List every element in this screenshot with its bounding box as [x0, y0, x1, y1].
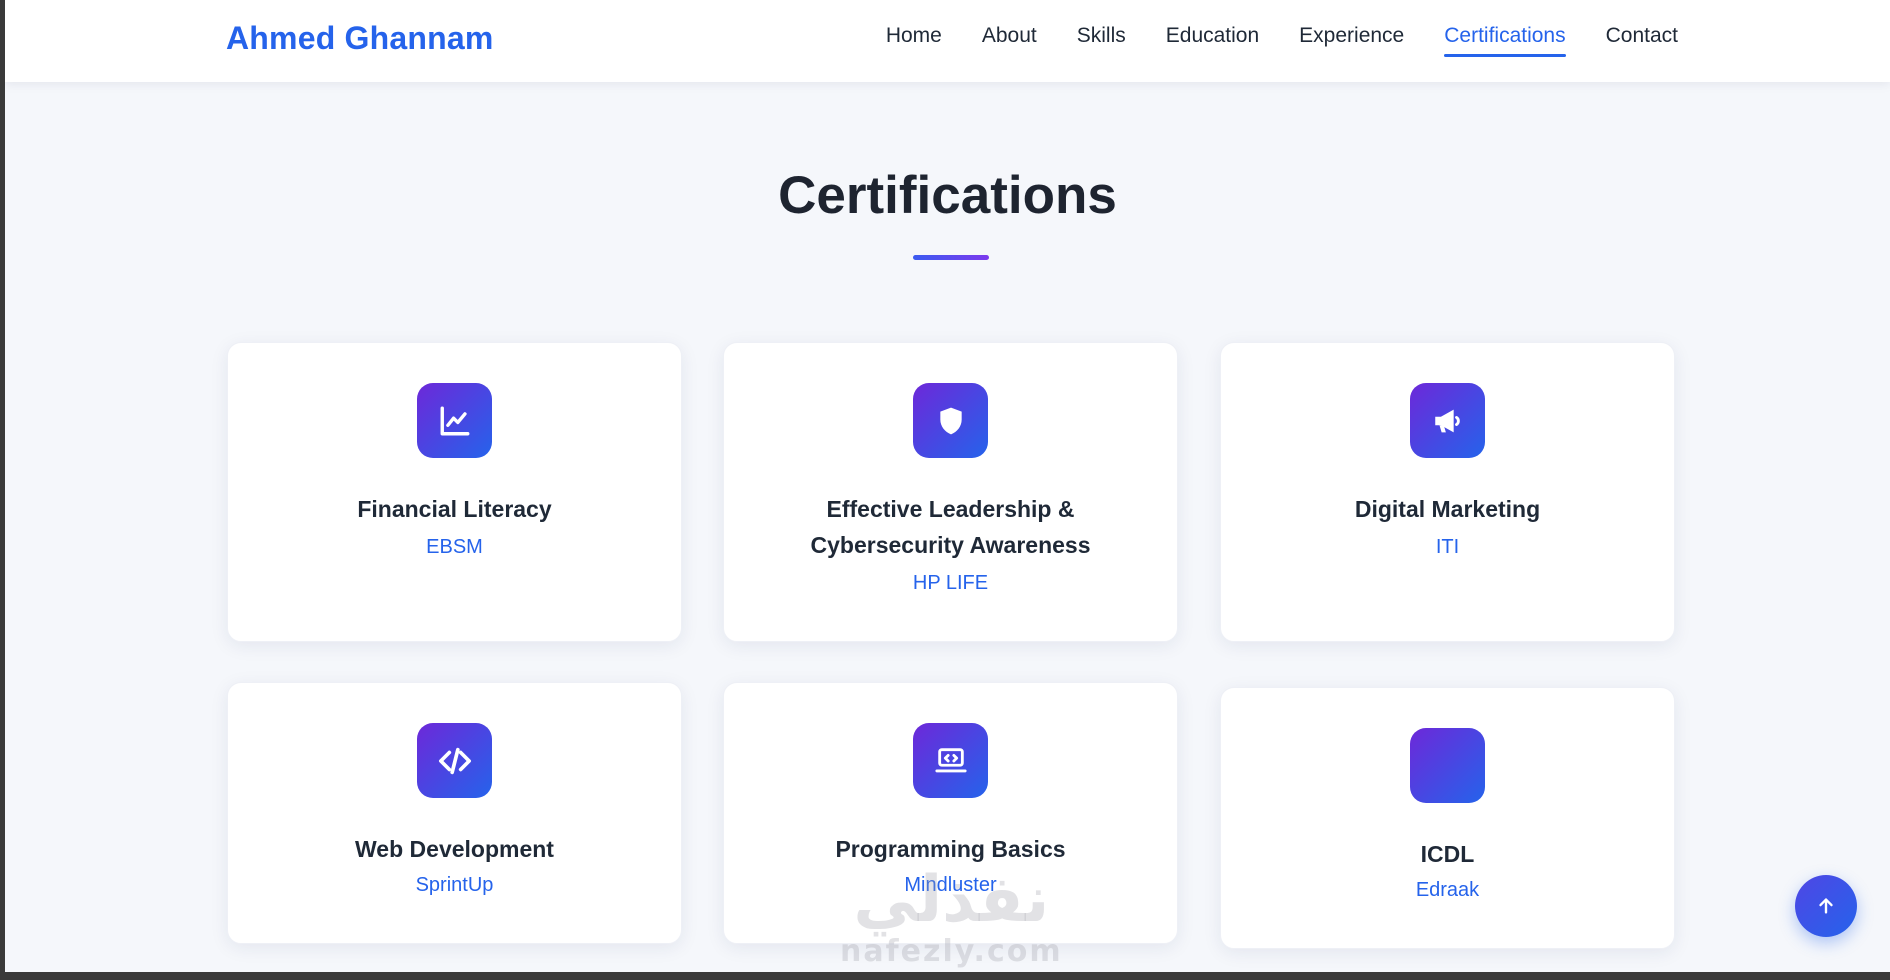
- certification-issuer: Mindluster: [904, 874, 997, 896]
- chart-line-icon: [417, 383, 492, 458]
- code-icon: [417, 723, 492, 798]
- section-title: Certifications: [778, 166, 1117, 225]
- nav-link-certifications[interactable]: Certifications: [1444, 24, 1567, 57]
- certification-card: Financial Literacy EBSM: [227, 342, 682, 642]
- nav-links: Home About Skills Education Experience C…: [886, 24, 1678, 57]
- certification-card: Digital Marketing ITI: [1220, 342, 1675, 642]
- scroll-to-top-button[interactable]: [1795, 875, 1857, 937]
- certification-card: Programming Basics Mindluster: [723, 682, 1178, 944]
- arrow-up-icon: [1819, 898, 1833, 914]
- certification-issuer: Edraak: [1415, 879, 1480, 901]
- page-viewport: Ahmed Ghannam Home About Skills Educatio…: [5, 0, 1890, 972]
- laptop-code-icon: [913, 723, 988, 798]
- certification-card: Effective Leadership & Cybersecurity Awa…: [723, 342, 1178, 642]
- certificate-icon: [1410, 728, 1485, 803]
- megaphone-icon: [1410, 383, 1485, 458]
- certification-card: ICDL Edraak: [1220, 687, 1675, 949]
- nav-link-education[interactable]: Education: [1166, 24, 1259, 54]
- certification-title: ICDL: [1420, 841, 1475, 867]
- certification-issuer: EBSM: [426, 536, 483, 558]
- certification-card: Web Development SprintUp: [227, 682, 682, 944]
- nav-link-contact[interactable]: Contact: [1606, 24, 1678, 54]
- certification-title: Programming Basics: [835, 836, 1066, 862]
- certification-title: Digital Marketing: [1354, 496, 1541, 522]
- navbar: Ahmed Ghannam Home About Skills Educatio…: [5, 0, 1890, 82]
- shield-icon: [913, 383, 988, 458]
- certification-issuer: SprintUp: [415, 874, 494, 896]
- certification-issuer: ITI: [1435, 536, 1460, 558]
- nav-link-skills[interactable]: Skills: [1077, 24, 1126, 54]
- nav-link-experience[interactable]: Experience: [1299, 24, 1404, 54]
- brand-logo[interactable]: Ahmed Ghannam: [226, 20, 494, 57]
- title-underline: [913, 255, 989, 260]
- nav-link-home[interactable]: Home: [886, 24, 942, 54]
- certification-title: Web Development: [355, 836, 554, 862]
- nav-link-about[interactable]: About: [982, 24, 1037, 54]
- certification-title: Effective Leadership & Cybersecurity Awa…: [810, 496, 1091, 558]
- certification-issuer: HP LIFE: [912, 572, 989, 594]
- certification-title: Financial Literacy: [357, 496, 552, 522]
